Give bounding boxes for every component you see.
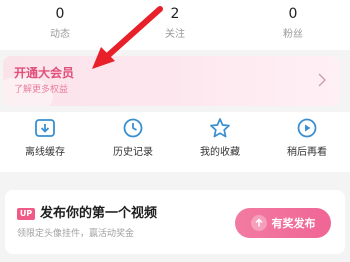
shortcut-history-label: 历史记录 bbox=[113, 147, 153, 158]
shortcut-watch-later[interactable]: 稍后再看 bbox=[267, 117, 347, 159]
star-icon bbox=[210, 118, 230, 138]
up-badge: UP bbox=[17, 208, 35, 220]
upload-subtitle: 领限定头像挂件，赢活动奖金 bbox=[17, 229, 135, 239]
shortcut-bar: 离线缓存 历史记录 我的收藏 稍后再看 bbox=[0, 112, 350, 172]
vip-subtitle: 了解更多权益 bbox=[14, 85, 69, 95]
publish-button[interactable]: 有奖发布 bbox=[235, 208, 331, 238]
publish-button-label: 有奖发布 bbox=[271, 217, 316, 230]
vip-title: 开通大会员 bbox=[14, 66, 75, 80]
shortcut-history[interactable]: 历史记录 bbox=[93, 117, 173, 159]
shortcut-favorites-label: 我的收藏 bbox=[200, 147, 240, 158]
stat-dynamics-label: 动态 bbox=[50, 29, 70, 40]
stat-fans-label: 粉丝 bbox=[283, 29, 303, 40]
stats-card: 0 动态 2 关注 0 粉丝 bbox=[0, 0, 350, 50]
history-clock-icon bbox=[123, 118, 143, 138]
upload-promo-card[interactable]: UP 发布你的第一个视频 领限定头像挂件，赢活动奖金 有奖发布 bbox=[5, 190, 345, 254]
upload-arrow-icon bbox=[250, 215, 267, 231]
stat-dynamics[interactable]: 0 动态 bbox=[15, 5, 105, 43]
shortcut-offline-cache[interactable]: 离线缓存 bbox=[5, 117, 85, 159]
offline-cache-icon bbox=[35, 119, 55, 137]
upload-title: 发布你的第一个视频 bbox=[40, 206, 158, 221]
stat-fans-value: 0 bbox=[288, 6, 298, 22]
stat-following-value: 2 bbox=[170, 6, 180, 22]
stat-dynamics-value: 0 bbox=[55, 6, 65, 22]
shortcut-offline-cache-label: 离线缓存 bbox=[25, 147, 65, 158]
stat-following-label: 关注 bbox=[165, 29, 185, 40]
watch-later-icon bbox=[297, 118, 317, 138]
stat-following[interactable]: 2 关注 bbox=[130, 5, 220, 43]
stat-fans[interactable]: 0 粉丝 bbox=[248, 5, 338, 43]
vip-banner[interactable]: 开通大会员 了解更多权益 bbox=[3, 56, 340, 106]
shortcut-favorites[interactable]: 我的收藏 bbox=[180, 117, 260, 159]
chevron-right-icon bbox=[318, 73, 326, 87]
shortcut-watch-later-label: 稍后再看 bbox=[287, 147, 327, 158]
